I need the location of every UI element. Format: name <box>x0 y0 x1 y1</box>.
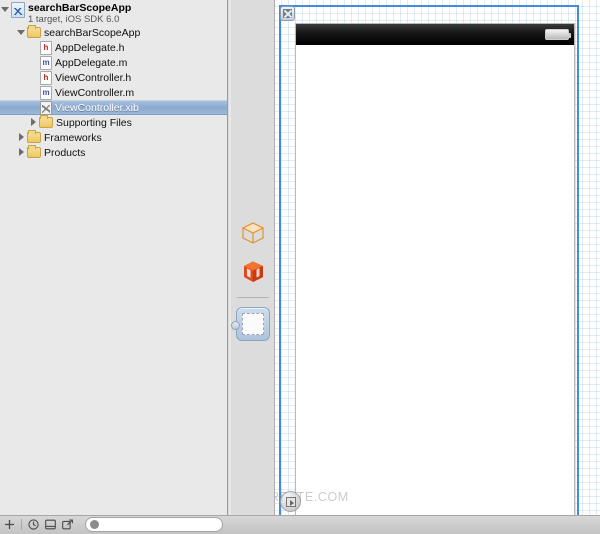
disclosure-triangle-icon[interactable] <box>16 130 27 145</box>
source-file-icon: m <box>40 55 52 70</box>
filter-bar-controls <box>4 516 223 534</box>
tree-row-group-searchbarscopeapp[interactable]: searchBarScopeApp <box>0 25 227 40</box>
tree-item-label: ViewController.m <box>55 86 135 99</box>
dock-item-list <box>231 215 274 343</box>
connection-well-icon[interactable] <box>231 321 240 330</box>
editor-icon[interactable] <box>45 519 56 530</box>
tree-item-label: ViewController.h <box>55 71 132 84</box>
canvas-expand-button[interactable] <box>280 491 301 512</box>
disclosure-triangle-icon[interactable] <box>16 25 27 40</box>
xib-file-icon <box>40 100 52 115</box>
workspace-split: searchBarScopeApp 1 target, iOS SDK 6.0 … <box>0 0 600 515</box>
tree-item-label: AppDelegate.m <box>55 56 128 69</box>
dock-item-first-responder[interactable] <box>232 253 274 291</box>
interface-builder-canvas[interactable]: WWW.THECREATE.COM <box>275 0 600 515</box>
history-icon[interactable] <box>28 519 39 530</box>
tree-row-viewcontroller-xib[interactable]: ViewController.xib <box>0 100 227 115</box>
tree-row-viewcontroller-m[interactable]: m ViewController.m <box>0 85 227 100</box>
dock-item-files-owner[interactable] <box>232 215 274 253</box>
tree-row-viewcontroller-h[interactable]: h ViewController.h <box>0 70 227 85</box>
add-icon[interactable] <box>4 519 15 530</box>
source-file-icon: m <box>40 85 52 100</box>
disclosure-triangle-icon[interactable] <box>16 145 27 160</box>
tree-row-supporting-files[interactable]: Supporting Files <box>0 115 227 130</box>
device-preview-view[interactable] <box>295 23 575 515</box>
tree-item-label: searchBarScopeApp <box>44 26 141 39</box>
close-icon[interactable] <box>280 6 295 21</box>
project-navigator[interactable]: searchBarScopeApp 1 target, iOS SDK 6.0 … <box>0 0 228 515</box>
disclosure-triangle-icon[interactable] <box>0 2 11 17</box>
tree-row-project[interactable]: searchBarScopeApp 1 target, iOS SDK 6.0 <box>0 2 227 25</box>
root-view-body[interactable] <box>296 45 574 515</box>
project-subtitle: 1 target, iOS SDK 6.0 <box>28 13 120 25</box>
dock-divider <box>237 297 269 298</box>
xcode-project-icon <box>11 2 25 18</box>
project-name: searchBarScopeApp <box>28 2 132 14</box>
ios-status-bar <box>296 24 574 45</box>
tree-item-label: ViewController.xib <box>55 101 139 114</box>
folder-icon <box>27 130 41 143</box>
disclosure-triangle-icon <box>285 496 296 507</box>
navigator-filter-bar <box>0 515 600 534</box>
tree-item-label: Products <box>44 146 86 159</box>
folder-icon <box>27 25 41 38</box>
tree-item-label: AppDelegate.h <box>55 41 125 54</box>
divider <box>21 519 22 530</box>
tree-row-appdelegate-m[interactable]: m AppDelegate.m <box>0 55 227 70</box>
tree-item-label: Frameworks <box>44 131 102 144</box>
header-file-icon: h <box>40 40 52 55</box>
share-icon[interactable] <box>62 519 73 530</box>
cube-outline-icon <box>240 221 266 247</box>
tree-row-frameworks[interactable]: Frameworks <box>0 130 227 145</box>
xcode-window: searchBarScopeApp 1 target, iOS SDK 6.0 … <box>0 0 600 534</box>
cube-solid-icon <box>239 258 267 286</box>
folder-icon <box>27 145 41 158</box>
tree-item-label: Supporting Files <box>56 116 132 129</box>
tree-row-products[interactable]: Products <box>0 145 227 160</box>
close-glyph <box>283 9 292 18</box>
disclosure-triangle-icon[interactable] <box>28 115 39 130</box>
battery-full-icon <box>545 29 571 40</box>
view-object-icon[interactable] <box>231 307 270 341</box>
folder-icon <box>39 115 53 128</box>
header-file-icon: h <box>40 70 52 85</box>
interface-builder-dock <box>231 0 275 515</box>
filter-input[interactable] <box>85 517 223 532</box>
tree-row-appdelegate-h[interactable]: h AppDelegate.h <box>0 40 227 55</box>
project-label-group: searchBarScopeApp 1 target, iOS SDK 6.0 <box>28 2 131 25</box>
dock-item-view[interactable] <box>231 305 274 343</box>
selection-frame[interactable] <box>279 5 579 515</box>
view-object-thumbnail <box>242 313 264 335</box>
filter-dot-icon <box>90 520 99 529</box>
project-tree: searchBarScopeApp 1 target, iOS SDK 6.0 … <box>0 0 227 160</box>
